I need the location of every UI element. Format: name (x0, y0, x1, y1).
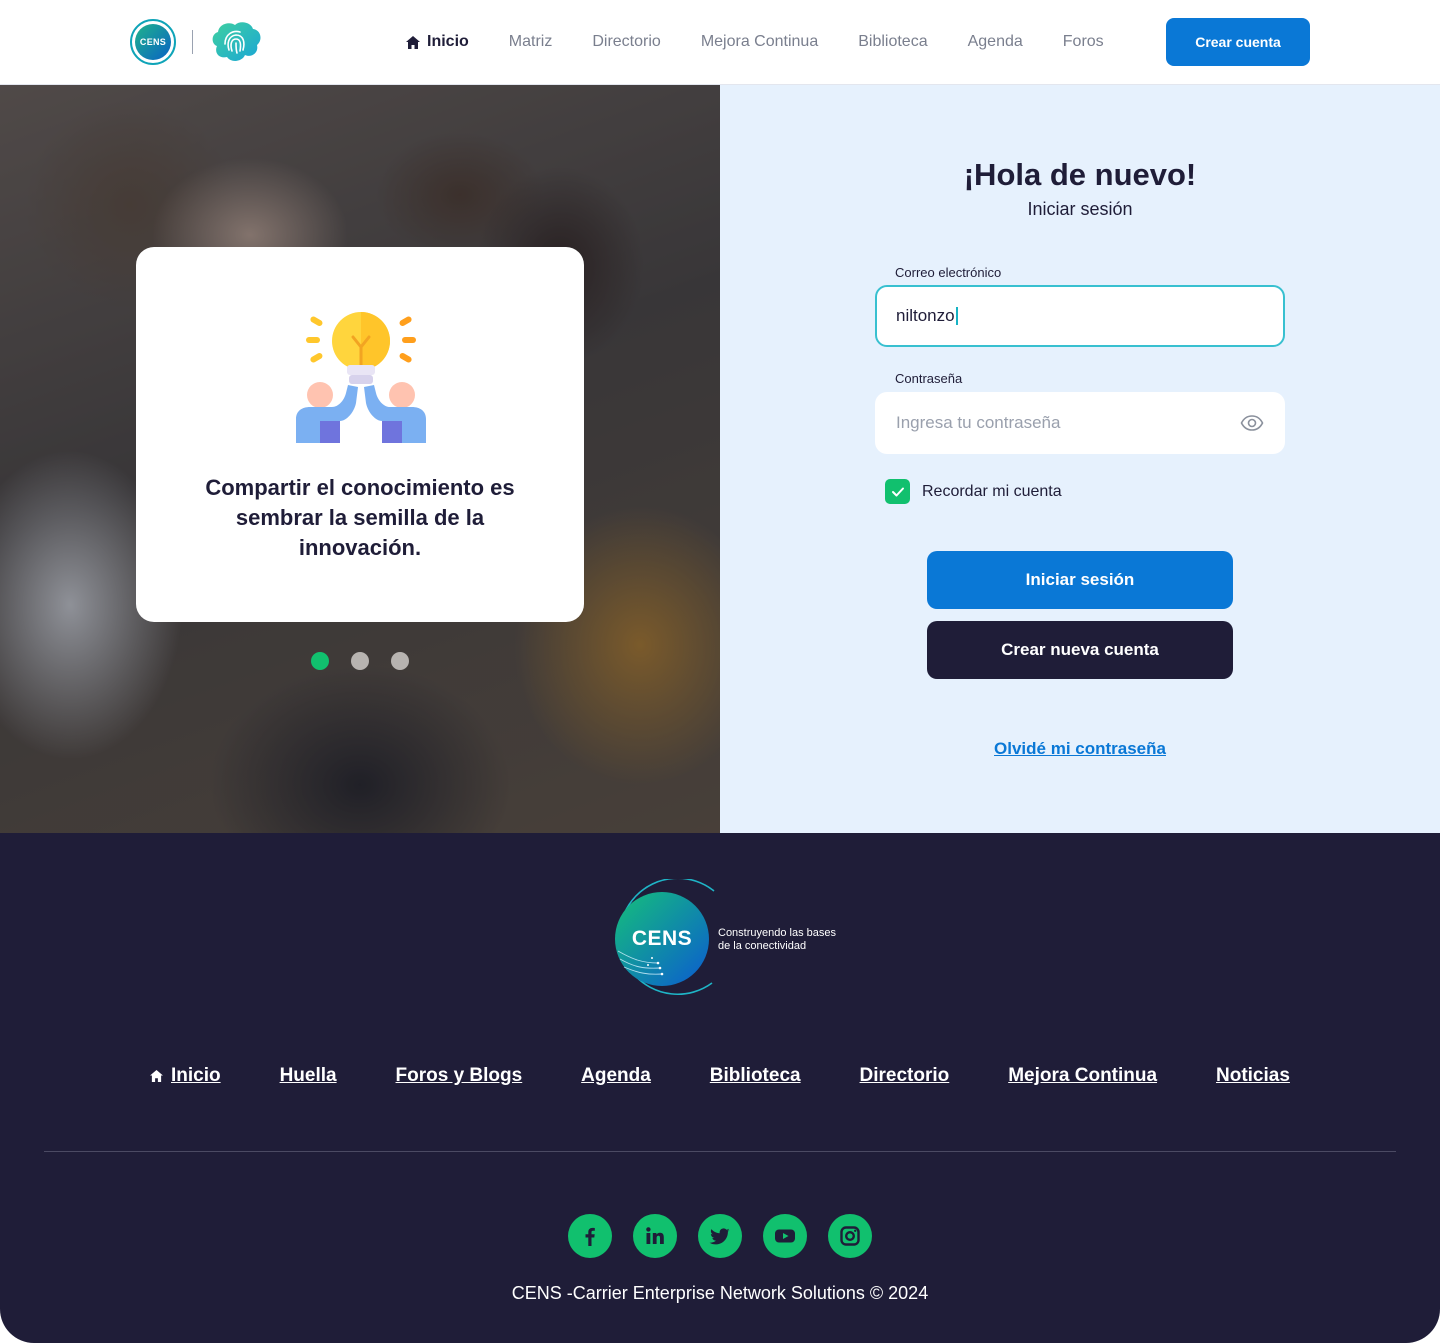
footer-link-foros-blogs[interactable]: Foros y Blogs (396, 1065, 523, 1087)
youtube-link[interactable] (763, 1214, 807, 1258)
nav-item-biblioteca[interactable]: Biblioteca (858, 33, 927, 51)
text-caret (955, 307, 958, 325)
password-field[interactable] (896, 413, 1240, 433)
password-label: Contraseña (895, 371, 963, 386)
home-icon (406, 35, 420, 49)
remember-checkbox[interactable] (885, 479, 910, 504)
footer-link-directorio[interactable]: Directorio (860, 1065, 950, 1087)
carousel-dot-2[interactable] (351, 652, 369, 670)
cens-logo-text: CENS (135, 24, 171, 60)
remember-label[interactable]: Recordar mi cuenta (922, 483, 1062, 501)
nav-item-foros[interactable]: Foros (1063, 33, 1104, 51)
lightbulb-teamwork-icon (296, 312, 426, 443)
youtube-icon (775, 1229, 795, 1243)
footer-link-agenda[interactable]: Agenda (581, 1065, 651, 1087)
create-account-header-button[interactable]: Crear cuenta (1166, 18, 1310, 66)
forgot-password-link[interactable]: Olvidé mi contraseña (720, 739, 1440, 759)
footer-link-noticias[interactable]: Noticias (1216, 1065, 1290, 1087)
instagram-link[interactable] (828, 1214, 872, 1258)
footer-tagline-line1: Construyendo las bases (718, 927, 837, 939)
carousel-dot-3[interactable] (391, 652, 409, 670)
main-nav: Inicio Matriz Directorio Mejora Continua… (406, 0, 1144, 84)
footer-tagline-line2: de la conectividad (718, 940, 807, 952)
email-text: niltonzo (896, 306, 955, 325)
login-subtitle: Iniciar sesión (1027, 199, 1133, 219)
copyright-text: CENS -Carrier Enterprise Network Solutio… (511, 1283, 929, 1303)
twitter-icon (709, 1228, 730, 1245)
footer-nav: Inicio Huella Foros y Blogs Agenda Bibli… (150, 1065, 1290, 1087)
fingerprint-brain-logo-icon[interactable] (209, 20, 263, 64)
nav-item-mejora-continua[interactable]: Mejora Continua (701, 33, 818, 51)
eye-icon[interactable] (1240, 411, 1264, 435)
quote-text: Compartir el conocimiento es sembrar la … (205, 475, 515, 560)
remember-row: Recordar mi cuenta (885, 479, 1062, 504)
twitter-link[interactable] (698, 1214, 742, 1258)
login-panel: ¡Hola de nuevo! Iniciar sesión Correo el… (720, 85, 1440, 833)
footer-link-mejora-continua[interactable]: Mejora Continua (1008, 1065, 1157, 1087)
login-title: ¡Hola de nuevo! (963, 157, 1197, 192)
footer-logo-text: CENS (631, 927, 693, 950)
social-links (568, 1214, 893, 1258)
quote-card: Compartir el conocimiento es sembrar la … (136, 247, 584, 622)
linkedin-link[interactable] (633, 1214, 677, 1258)
carousel-dots (311, 652, 431, 670)
logo-separator (192, 30, 193, 54)
footer-link-biblioteca[interactable]: Biblioteca (710, 1065, 801, 1087)
email-field[interactable]: niltonzo (875, 285, 1285, 347)
cens-logo[interactable]: CENS (130, 19, 176, 65)
carousel-dot-1[interactable] (311, 652, 329, 670)
site-footer: CENS Construyendo las bases de la conect… (0, 833, 1440, 1343)
nav-label: Inicio (427, 33, 469, 50)
linkedin-icon (646, 1227, 664, 1244)
instagram-icon (840, 1226, 860, 1246)
checkmark-icon (891, 487, 904, 496)
facebook-link[interactable] (568, 1214, 612, 1258)
footer-link-label: Inicio (171, 1065, 221, 1086)
nav-item-directorio[interactable]: Directorio (592, 33, 660, 51)
home-icon (150, 1070, 163, 1082)
email-label: Correo electrónico (895, 265, 1002, 280)
password-field-wrapper (875, 392, 1285, 454)
hero-photo-panel: Compartir el conocimiento es sembrar la … (0, 85, 720, 833)
top-header: CENS Inicio Matriz Directorio Mejora Con… (0, 0, 1440, 85)
footer-tagline: Construyendo las bases de la conectivida… (718, 927, 836, 953)
footer-link-inicio[interactable]: Inicio (150, 1065, 221, 1087)
create-new-account-button[interactable]: Crear nueva cuenta (927, 621, 1233, 679)
footer-link-huella[interactable]: Huella (280, 1065, 337, 1087)
footer-divider (44, 1151, 1396, 1152)
nav-item-matriz[interactable]: Matriz (509, 33, 553, 51)
nav-item-agenda[interactable]: Agenda (968, 33, 1023, 51)
email-value: niltonzo (896, 306, 958, 326)
facebook-icon (585, 1227, 595, 1246)
login-button[interactable]: Iniciar sesión (927, 551, 1233, 609)
nav-item-inicio[interactable]: Inicio (406, 33, 469, 51)
